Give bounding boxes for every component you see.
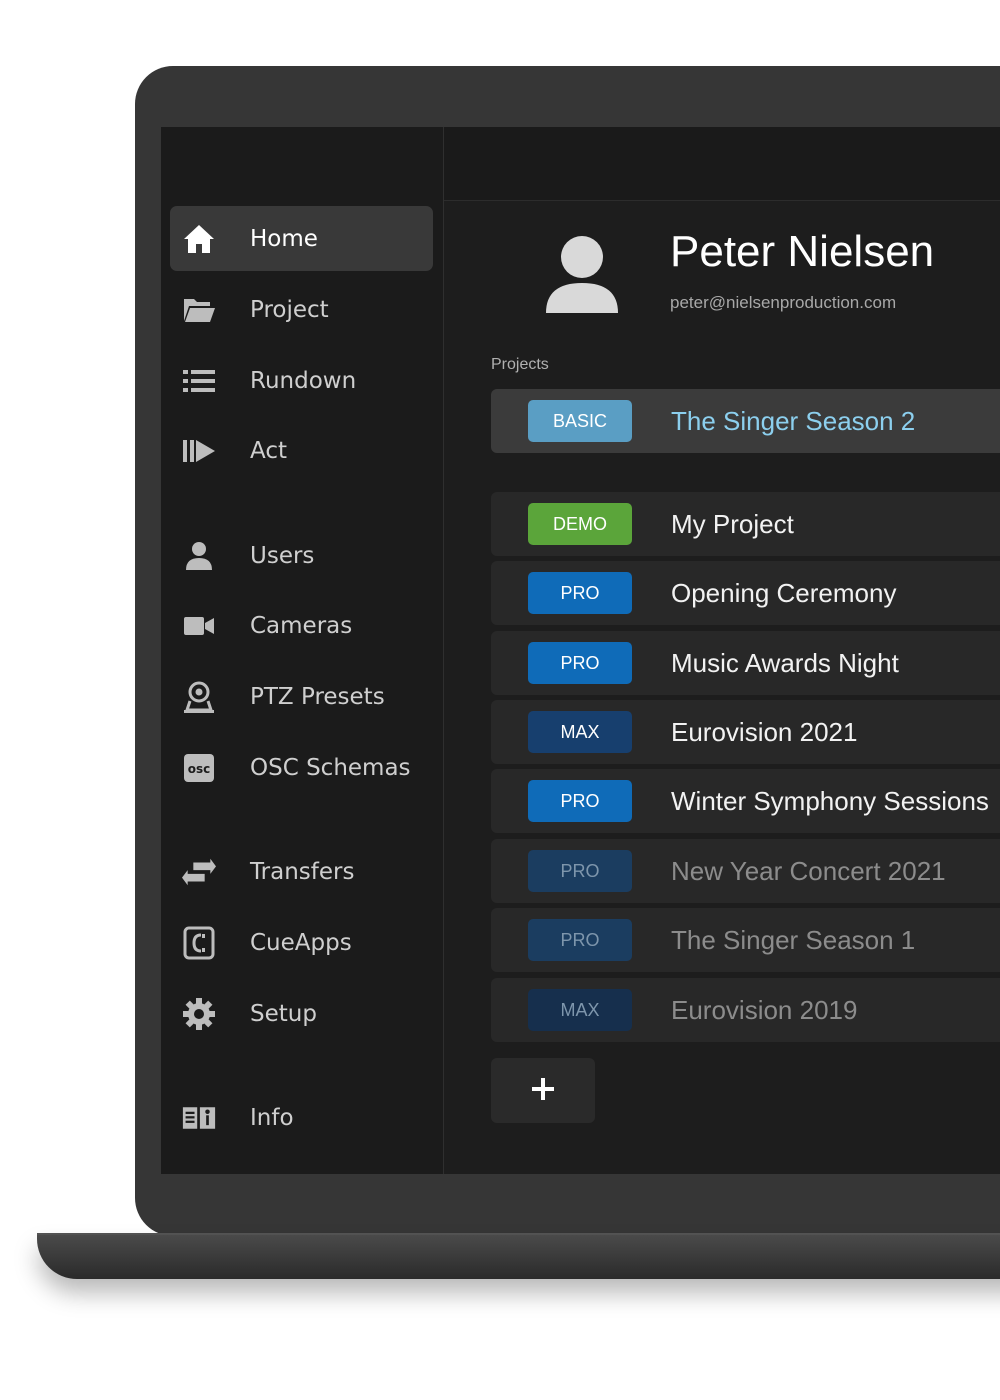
sidebar-item-transfers[interactable]: Transfers [170,839,433,904]
plan-badge: PRO [528,780,632,822]
plan-badge: PRO [528,919,632,961]
laptop-base [37,1235,1000,1279]
transfer-arrows-icon [182,855,216,889]
sidebar-item-label: Users [250,542,315,569]
sidebar-item-setup[interactable]: Setup [170,981,433,1046]
sidebar-item-label: Setup [250,1000,317,1027]
project-name: New Year Concert 2021 [671,856,946,886]
sidebar-item-cameras[interactable]: Cameras [170,593,433,658]
project-name: My Project [671,509,794,539]
project-name: The Singer Season 1 [671,925,916,955]
active-project-row[interactable]: BASIC The Singer Season 2 [491,389,1000,453]
cueapps-icon [182,926,216,960]
project-row[interactable]: PRO New Year Concert 2021 [491,839,1000,903]
osc-icon: osc [182,751,216,785]
gear-icon [182,997,216,1031]
sidebar-item-home[interactable]: Home [170,206,433,271]
plan-badge: DEMO [528,503,632,545]
project-name: Music Awards Night [671,648,899,678]
user-name: Peter Nielsen [670,227,935,276]
project-row[interactable]: PRO Music Awards Night [491,631,1000,695]
main-panel: Peter Nielsen peter@nielsenproduction.co… [444,127,1000,1174]
sidebar-item-label: Cameras [250,612,353,639]
project-row[interactable]: MAX Eurovision 2019 [491,978,1000,1042]
home-icon [182,222,216,256]
project-name: The Singer Season 2 [671,406,916,436]
sidebar-item-label: OSC Schemas [250,754,411,781]
sidebar-item-label: PTZ Presets [250,683,385,710]
project-name: Winter Symphony Sessions [671,786,989,816]
sidebar-item-rundown[interactable]: Rundown [170,348,433,413]
ptz-camera-icon [182,680,216,714]
sidebar-item-label: Rundown [250,367,357,394]
sidebar-item-cueapps[interactable]: CueApps [170,910,433,975]
info-book-icon [182,1101,216,1135]
plan-badge: PRO [528,572,632,614]
sidebar-item-label: Transfers [250,858,355,885]
user-icon [182,539,216,573]
sidebar-item-osc-schemas[interactable]: osc OSC Schemas [170,735,433,800]
plan-badge: MAX [528,711,632,753]
projects-section-label: Projects [491,356,549,373]
user-email: peter@nielsenproduction.com [670,293,897,312]
sidebar-item-label: CueApps [250,929,352,956]
list-icon [182,364,216,398]
project-row[interactable]: DEMO My Project [491,492,1000,556]
plan-badge: BASIC [528,400,632,442]
top-bar [444,127,1000,201]
sidebar-item-label: Project [250,296,329,323]
add-project-button[interactable] [491,1058,595,1123]
app-screen: Home Project Rundown Act Users Cameras P… [161,127,1000,1174]
svg-text:osc: osc [188,762,211,776]
project-row[interactable]: PRO The Singer Season 1 [491,908,1000,972]
project-row[interactable]: PRO Winter Symphony Sessions [491,769,1000,833]
sidebar-item-label: Act [250,437,287,464]
sidebar-item-users[interactable]: Users [170,523,433,588]
plan-badge: PRO [528,642,632,684]
project-name: Opening Ceremony [671,578,897,608]
plus-icon [531,1077,555,1105]
sidebar-item-project[interactable]: Project [170,277,433,342]
sidebar-item-info[interactable]: Info [170,1085,433,1150]
plan-badge: MAX [528,989,632,1031]
folder-icon [182,293,216,327]
project-name: Eurovision 2021 [671,717,858,747]
sidebar-item-label: Info [250,1104,294,1131]
sidebar-item-act[interactable]: Act [170,418,433,483]
sidebar-item-ptz-presets[interactable]: PTZ Presets [170,664,433,729]
camera-icon [182,609,216,643]
project-row[interactable]: PRO Opening Ceremony [491,561,1000,625]
project-name: Eurovision 2019 [671,995,858,1025]
plan-badge: PRO [528,850,632,892]
project-row[interactable]: MAX Eurovision 2021 [491,700,1000,764]
sidebar-item-label: Home [250,225,318,252]
sidebar: Home Project Rundown Act Users Cameras P… [161,127,444,1174]
avatar-icon [544,235,620,315]
play-act-icon [182,434,216,468]
